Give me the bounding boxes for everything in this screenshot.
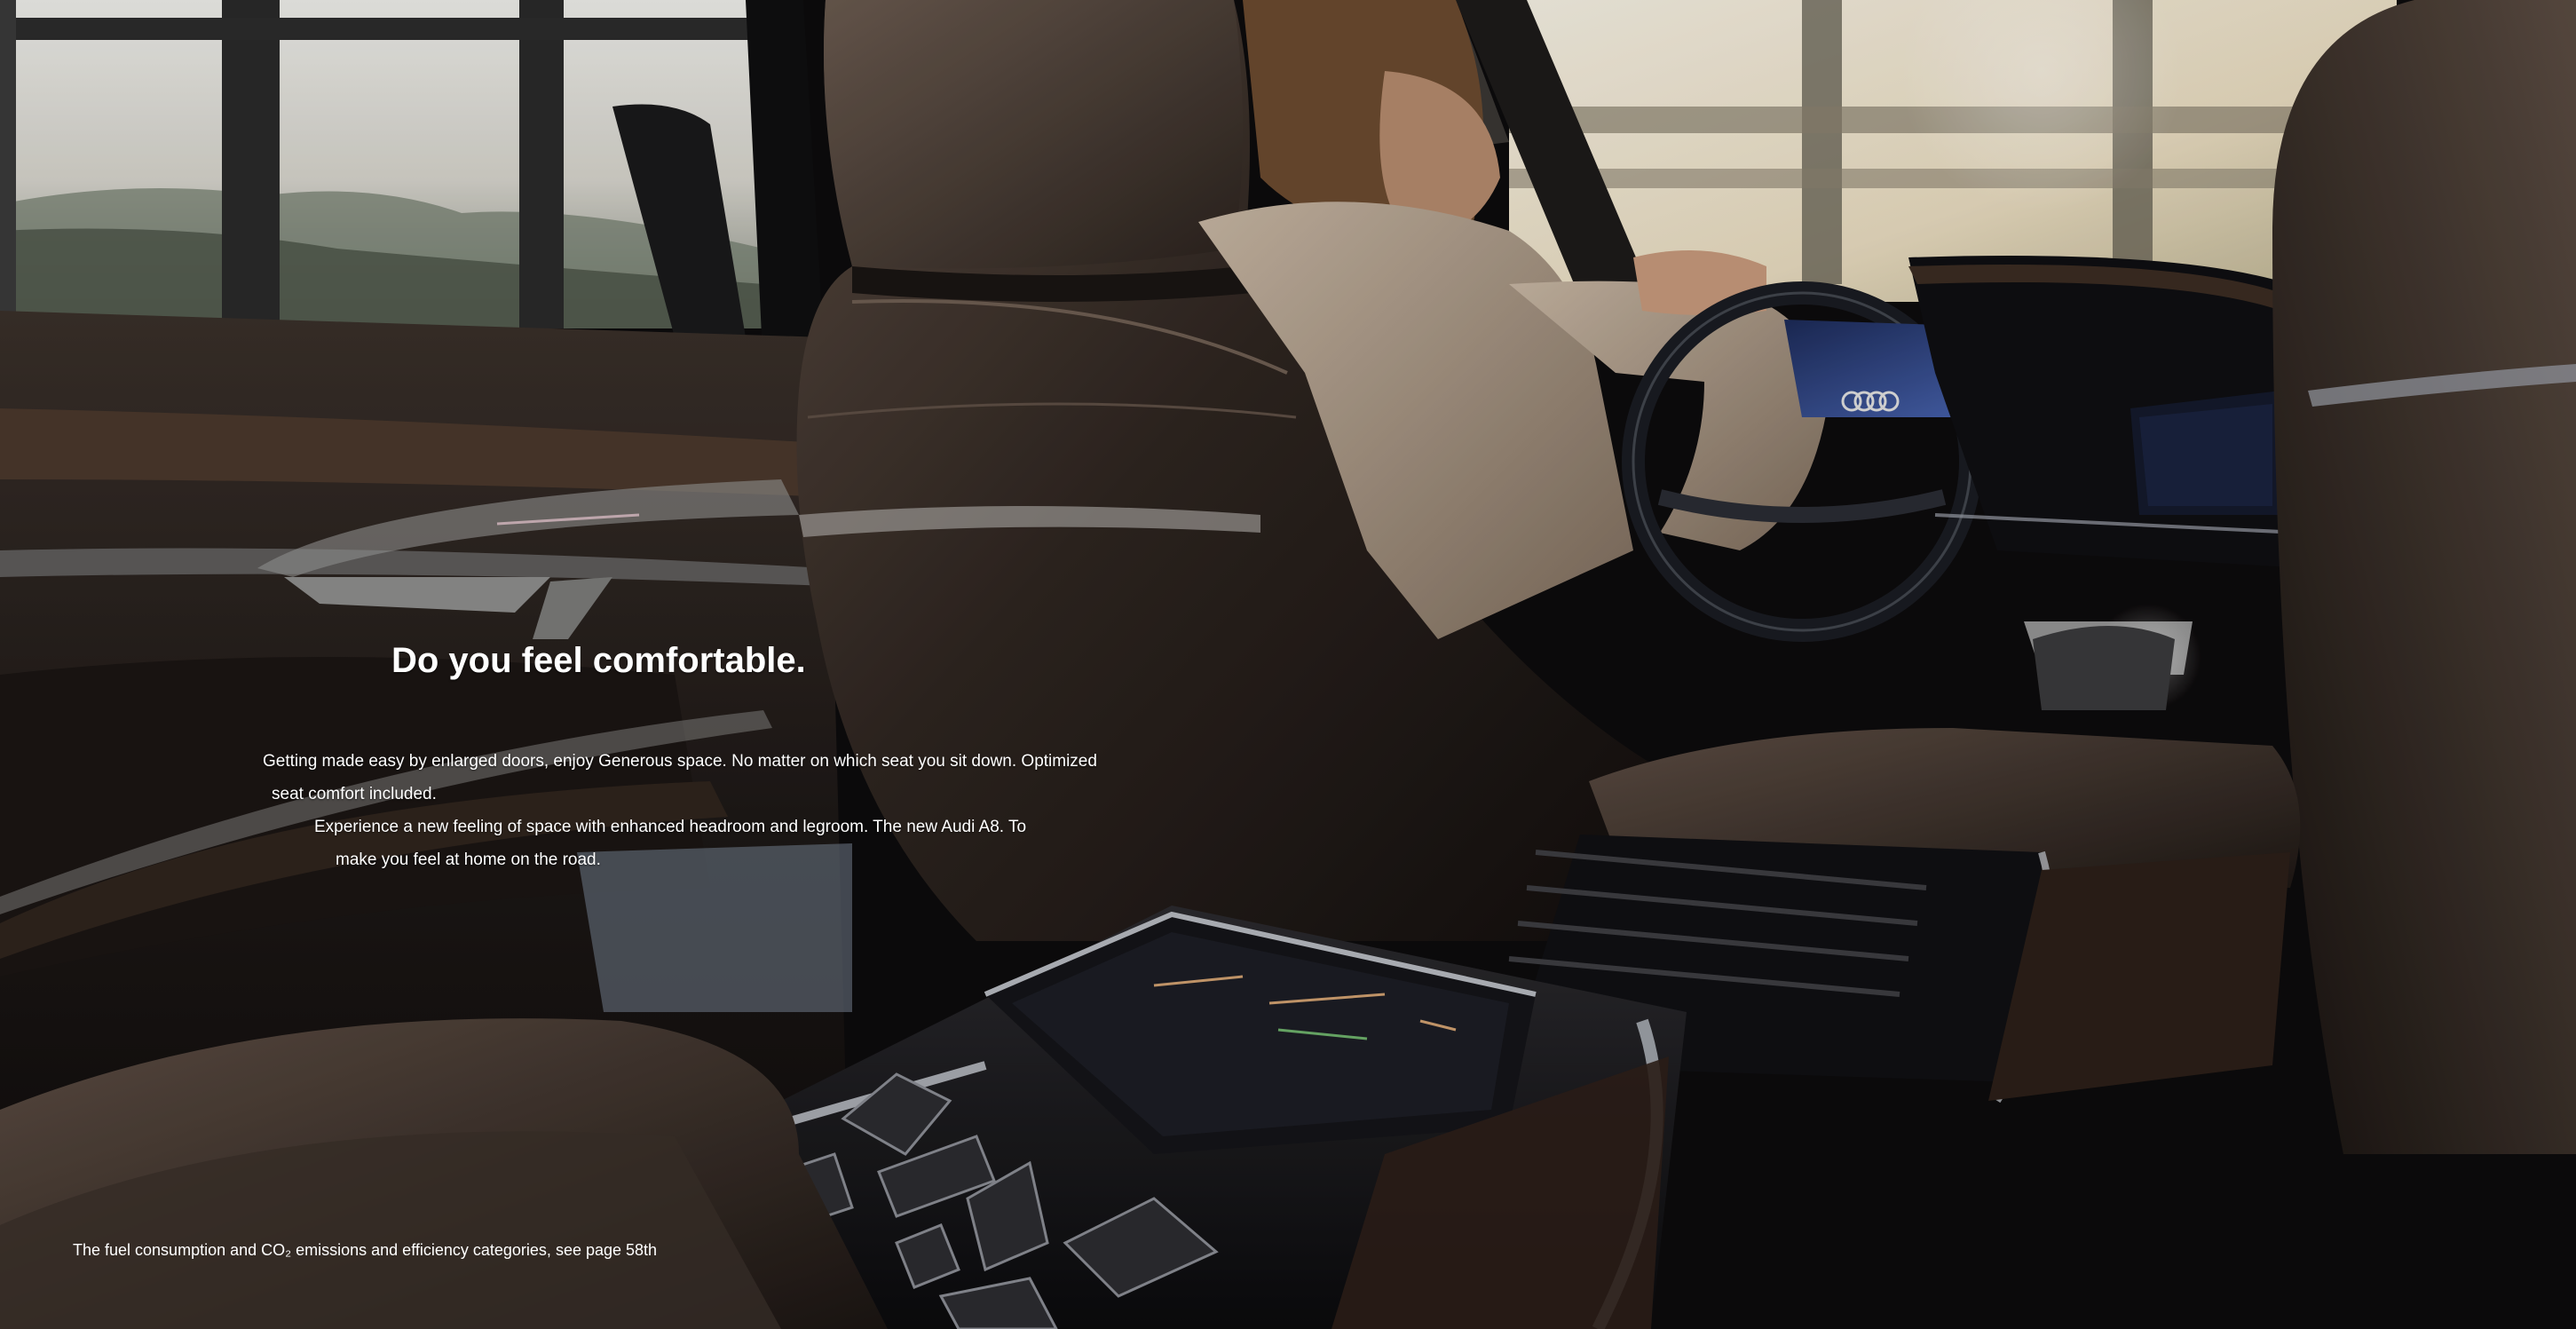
body-text-line: seat comfort included.	[272, 785, 437, 803]
body-text-line: make you feel at home on the road.	[336, 850, 601, 869]
body-text-line: Getting made easy by enlarged doors, enj…	[263, 752, 1097, 771]
car-interior-photo	[0, 0, 2576, 1329]
emissions-footnote: The fuel consumption and CO₂ emissions a…	[73, 1241, 658, 1259]
body-text-line: Experience a new feeling of space with e…	[314, 818, 1027, 836]
page-headline: Do you feel comfortable.	[391, 641, 806, 680]
